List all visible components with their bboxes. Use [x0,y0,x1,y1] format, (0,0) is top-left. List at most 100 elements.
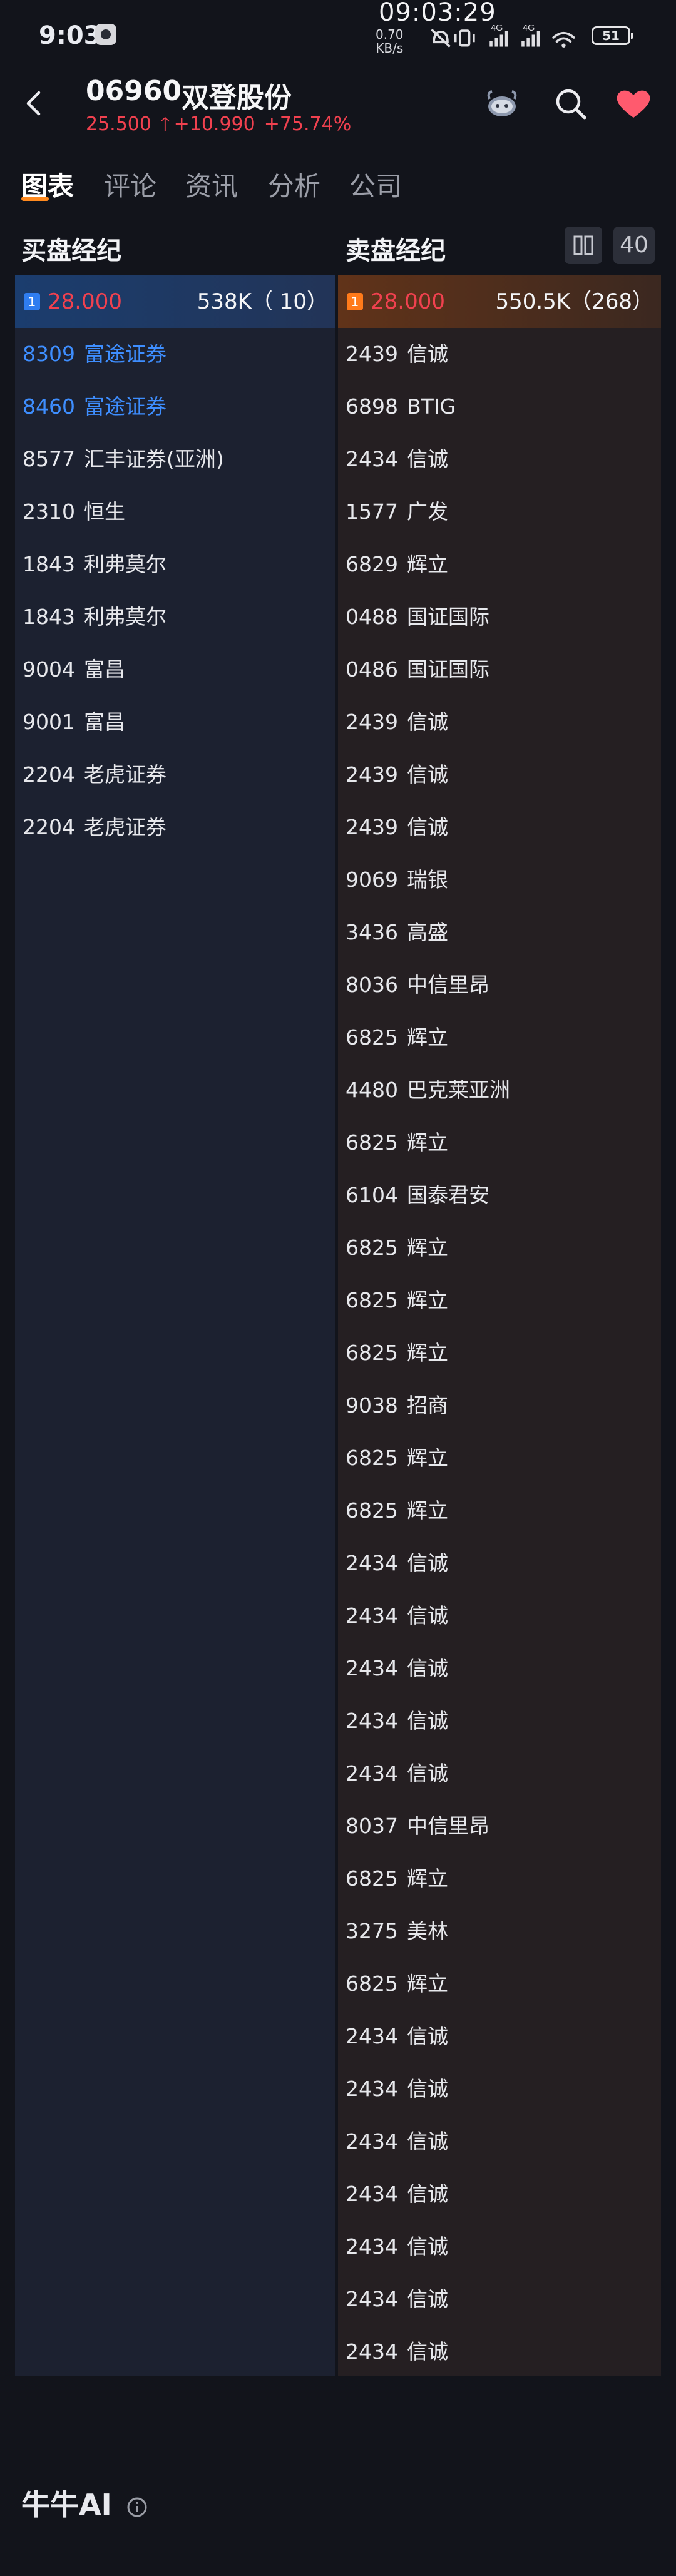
current-price: 25.500 [86,113,151,135]
sell-broker-row[interactable]: 0488 国证国际 [346,591,489,643]
sell-broker-row[interactable]: 2439 信诚 [346,328,448,381]
app-notification-icon [95,24,116,45]
broker-code: 1843 [23,605,75,629]
sell-broker-row[interactable]: 6825 辉立 [346,1117,448,1169]
sell-broker-row[interactable]: 2434 信诚 [346,2168,448,2221]
tab-company[interactable]: 公司 [349,165,402,203]
sell-broker-row[interactable]: 6825 辉立 [346,1853,448,1905]
sell-broker-row[interactable]: 2439 信诚 [346,696,448,749]
sell-broker-row[interactable]: 2434 信诚 [346,2221,448,2273]
broker-name: 恒生 [84,499,125,524]
buy-broker-row[interactable]: 8309 富途证券 [23,328,166,381]
broker-code: 2310 [23,499,75,524]
broker-name: 信诚 [407,1603,448,1628]
info-icon[interactable] [126,2496,148,2518]
sell-broker-row[interactable]: 0486 国证国际 [346,643,489,696]
broker-code: 9069 [346,867,398,892]
sell-broker-row[interactable]: 6825 辉立 [346,1485,448,1537]
broker-code: 6825 [346,1866,398,1891]
sell-broker-row[interactable]: 2434 信诚 [346,2273,448,2326]
bull-mascot-icon[interactable] [482,84,522,124]
broker-name: 富昌 [84,657,125,682]
sell-broker-row[interactable]: 2434 信诚 [346,2063,448,2115]
buy-broker-row[interactable]: 1843 利弗莫尔 [23,591,166,643]
sell-broker-row[interactable]: 8037 中信里昂 [346,1800,489,1853]
buy-broker-row[interactable]: 9001 富昌 [23,696,125,749]
sell-broker-row[interactable]: 1577 广发 [346,486,448,538]
depth-selector-button[interactable]: 40 [613,227,655,264]
sell-broker-row[interactable]: 2434 信诚 [346,1747,448,1800]
sell-broker-row[interactable]: 6825 辉立 [346,1432,448,1485]
signal-icons: 4G 4G [431,25,575,48]
sell-broker-row[interactable]: 8036 中信里昂 [346,959,489,1011]
broker-code: 2434 [346,2129,398,2154]
broker-code: 9004 [23,657,75,682]
sell-broker-row[interactable]: 2434 信诚 [346,1537,448,1590]
broker-name: 广发 [407,499,448,524]
sell-broker-row[interactable]: 2434 信诚 [346,433,448,486]
layout-toggle-button[interactable] [565,227,602,264]
sell-broker-row[interactable]: 9069 瑞银 [346,854,448,906]
broker-code: 2434 [346,1761,398,1786]
sell-broker-row[interactable]: 9038 招商 [346,1379,448,1432]
broker-name: 高盛 [407,920,448,944]
broker-name: 利弗莫尔 [84,552,166,576]
sell-broker-row[interactable]: 6104 国泰君安 [346,1169,489,1222]
buy-broker-row[interactable]: 1843 利弗莫尔 [23,538,166,591]
sell-broker-row[interactable]: 2434 信诚 [346,2326,448,2378]
broker-name: 巴克莱亚洲 [407,1078,510,1102]
sell-broker-row[interactable]: 6825 辉立 [346,1274,448,1327]
broker-code: 2439 [346,710,398,734]
broker-code: 2434 [346,2077,398,2101]
sell-broker-row[interactable]: 2439 信诚 [346,749,448,801]
sell-broker-row[interactable]: 6829 辉立 [346,538,448,591]
sell-broker-row[interactable]: 2434 信诚 [346,2010,448,2063]
broker-code: 9038 [346,1393,398,1418]
buy-top-level[interactable]: 1 28.000 538K（ 10） [15,275,335,328]
buy-broker-row[interactable]: 2204 老虎证券 [23,801,166,854]
sell-broker-title: 卖盘经纪 [346,237,446,265]
broker-code: 2434 [346,1551,398,1575]
broker-code: 8577 [23,447,75,471]
sell-broker-row[interactable]: 2434 信诚 [346,1695,448,1747]
buy-broker-row[interactable]: 8577 汇丰证券(亚洲) [23,433,224,486]
broker-name: 信诚 [407,2024,448,2048]
tab-comments[interactable]: 评论 [104,165,156,203]
buy-top-volume: 538K（ 10） [197,289,328,314]
clock-overlay: 09:03:29 [379,0,496,27]
buy-broker-row[interactable]: 2310 恒生 [23,486,125,538]
sell-broker-row[interactable]: 6898 BTIG [346,381,456,433]
tab-news[interactable]: 资讯 [185,165,238,203]
buy-broker-row[interactable]: 2204 老虎证券 [23,749,166,801]
broker-name: 信诚 [407,815,448,839]
sell-broker-row[interactable]: 2434 信诚 [346,2115,448,2168]
broker-code: 1843 [23,552,75,576]
sell-broker-row[interactable]: 6825 辉立 [346,1958,448,2010]
buy-broker-row[interactable]: 9004 富昌 [23,643,125,696]
broker-name: 信诚 [407,2182,448,2206]
tab-bar: 图表 评论 资讯 分析 公司 [0,156,676,207]
chevron-left-icon[interactable] [19,88,50,119]
tab-analysis[interactable]: 分析 [268,165,320,203]
buy-broker-row[interactable]: 8460 富途证券 [23,381,166,433]
sell-broker-row[interactable]: 4480 巴克莱亚洲 [346,1064,510,1117]
sell-broker-row[interactable]: 3275 美林 [346,1905,448,1958]
price-change-pct: +75.74% [264,113,352,135]
sell-broker-row[interactable]: 3436 高盛 [346,906,448,959]
sell-broker-row[interactable]: 2439 信诚 [346,801,448,854]
search-icon[interactable] [551,84,591,124]
broker-code: 8037 [346,1814,398,1838]
heart-icon[interactable] [613,84,653,124]
split-columns-icon [573,235,593,255]
broker-code: 0488 [346,605,398,629]
ai-section-title: 牛牛AI [21,2482,148,2523]
sell-broker-row[interactable]: 2434 信诚 [346,1642,448,1695]
broker-code: 6825 [346,1971,398,1996]
stock-header: 06960 双登股份 25.500 🡑 +10.990 +75.74% [0,69,676,144]
sell-broker-row[interactable]: 2434 信诚 [346,1590,448,1642]
sell-broker-row[interactable]: 6825 辉立 [346,1011,448,1064]
sell-top-level[interactable]: 1 28.000 550.5K（268） [338,275,661,328]
sell-broker-row[interactable]: 6825 辉立 [346,1327,448,1379]
sell-broker-row[interactable]: 6825 辉立 [346,1222,448,1274]
sell-level-badge: 1 [347,293,363,310]
